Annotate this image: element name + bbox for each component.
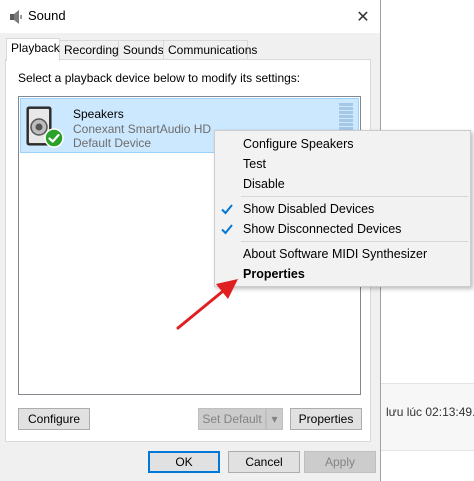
background-timestamp-text: lưu lúc 02:13:49... (386, 405, 474, 419)
menu-item-label: Configure Speakers (243, 137, 354, 151)
background-divider (380, 450, 474, 451)
apply-button[interactable]: Apply (304, 451, 376, 473)
tab-recording[interactable]: Recording (59, 40, 119, 60)
menu-item-label: Disable (243, 177, 285, 191)
menu-item-label: Show Disconnected Devices (243, 222, 402, 236)
checkmark-icon (221, 204, 233, 215)
menu-item-about-midi-synthesizer[interactable]: About Software MIDI Synthesizer (215, 244, 470, 264)
title-bar[interactable]: Sound ✕ (0, 0, 380, 33)
menu-item-label: About Software MIDI Synthesizer (243, 247, 428, 261)
menu-item-test[interactable]: Test (215, 154, 470, 174)
device-name: Speakers (73, 107, 124, 121)
sound-icon (10, 10, 22, 24)
playback-instruction: Select a playback device below to modify… (18, 71, 301, 85)
device-status: Default Device (73, 136, 152, 150)
chevron-down-icon: ▾ (271, 412, 278, 426)
menu-item-label: Properties (243, 267, 305, 281)
close-button[interactable]: ✕ (346, 0, 380, 33)
tab-playback[interactable]: Playback (6, 38, 60, 61)
menu-item-properties[interactable]: Properties (215, 264, 470, 284)
window-title: Sound (28, 8, 66, 23)
menu-item-label: Show Disabled Devices (243, 202, 375, 216)
menu-item-configure-speakers[interactable]: Configure Speakers (215, 134, 470, 154)
cancel-button[interactable]: Cancel (228, 451, 300, 473)
set-default-dropdown-button[interactable]: ▾ (266, 408, 283, 430)
tab-communications[interactable]: Communications (163, 40, 257, 60)
menu-separator (241, 196, 468, 197)
default-check-icon (44, 128, 64, 148)
menu-item-disable[interactable]: Disable (215, 174, 470, 194)
menu-item-show-disconnected-devices[interactable]: Show Disconnected Devices (215, 219, 470, 239)
device-description: Conexant SmartAudio HD (73, 122, 212, 136)
set-default-button[interactable]: Set Default (198, 408, 266, 430)
context-menu: Configure Speakers Test Disable Show Dis… (214, 130, 471, 287)
configure-button[interactable]: Configure (18, 408, 90, 430)
properties-button[interactable]: Properties (290, 408, 362, 430)
checkmark-icon (221, 224, 233, 235)
menu-separator (241, 241, 468, 242)
menu-item-label: Test (243, 157, 266, 171)
menu-item-show-disabled-devices[interactable]: Show Disabled Devices (215, 199, 470, 219)
ok-button[interactable]: OK (148, 451, 220, 473)
close-icon: ✕ (356, 8, 370, 26)
tab-sounds[interactable]: Sounds (118, 40, 164, 60)
annotation-arrow-icon (176, 279, 238, 330)
